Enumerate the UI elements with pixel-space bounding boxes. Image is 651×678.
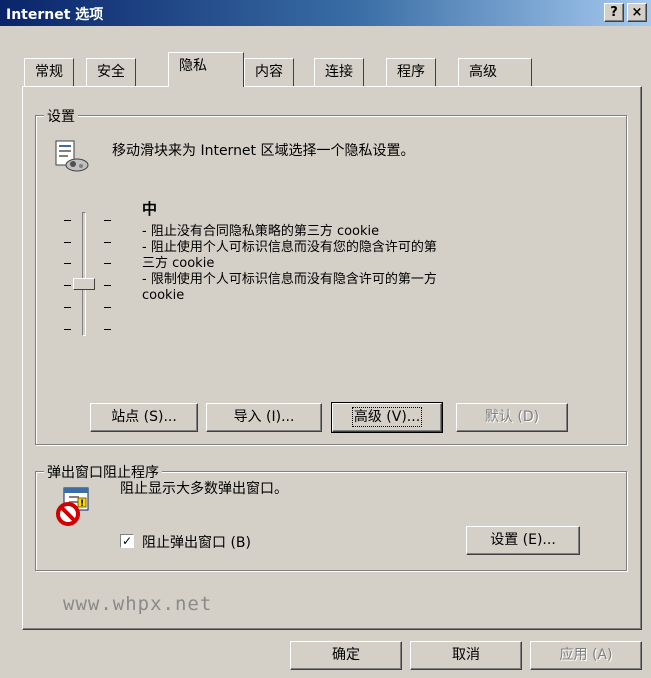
apply-button-label: 应用 (A) <box>559 647 613 663</box>
ok-button[interactable]: 确定 <box>290 641 402 670</box>
watermark-text: www.whpx.net <box>63 593 213 615</box>
popup-blocker-group: 弹出窗口阻止程序 ! 阻止显示大多数弹出窗口。 ✓ 阻止弹出窗口 (B) 设置 … <box>35 462 627 571</box>
slider-tick <box>64 263 71 264</box>
tab-programs[interactable]: 程序 <box>386 58 436 86</box>
popup-settings-button[interactable]: 设置 (E)... <box>466 526 580 555</box>
close-button[interactable]: × <box>627 3 647 22</box>
description-line: - 阻止没有合同隐私策略的第三方 cookie <box>142 224 380 239</box>
tab-advanced[interactable]: 高级 <box>458 58 532 86</box>
sites-button-label: 站点 (S)... <box>111 409 177 425</box>
internet-options-dialog: Internet 选项 ? × 常规 安全 隐私 内容 连接 程序 高级 设置 … <box>0 0 651 678</box>
svg-text:!: ! <box>80 499 84 509</box>
description-line: 三方 cookie <box>142 256 215 271</box>
default-button-label: 默认 (D) <box>484 409 540 425</box>
popup-description: 阻止显示大多数弹出窗口。 <box>120 481 288 497</box>
advanced-button-label: 高级 (V)... <box>351 407 423 427</box>
slider-tick <box>64 220 71 221</box>
slider-thumb[interactable] <box>73 278 95 290</box>
popup-settings-button-label: 设置 (E)... <box>490 532 556 548</box>
slider-tick <box>104 242 111 243</box>
tab-connections[interactable]: 连接 <box>314 58 364 86</box>
privacy-tab-panel: 设置 移动滑块来为 Internet 区域选择一个隐私设置。 中 - 阻止没有合… <box>22 86 642 630</box>
import-button-label: 导入 (I)... <box>233 409 295 425</box>
slider-tick <box>104 285 111 286</box>
apply-button[interactable]: 应用 (A) <box>530 641 642 670</box>
cancel-button-label: 取消 <box>452 647 480 663</box>
tab-security[interactable]: 安全 <box>86 58 136 86</box>
advanced-button[interactable]: 高级 (V)... <box>331 402 443 433</box>
settings-legend: 设置 <box>44 106 78 126</box>
block-popups-label[interactable]: 阻止弹出窗口 (B) <box>142 532 251 552</box>
help-button[interactable]: ? <box>604 3 624 22</box>
slider-tick <box>64 329 71 330</box>
slider-tick <box>104 329 111 330</box>
popup-blocker-icon: ! <box>56 487 89 526</box>
privacy-level-name: 中 <box>142 200 158 218</box>
tab-privacy[interactable]: 隐私 <box>168 52 244 87</box>
slider-tick <box>64 242 71 243</box>
block-popups-checkbox[interactable]: ✓ <box>120 534 134 548</box>
tab-general[interactable]: 常规 <box>24 58 74 86</box>
slider-tick <box>104 307 111 308</box>
settings-group: 设置 移动滑块来为 Internet 区域选择一个隐私设置。 中 - 阻止没有合… <box>35 106 627 445</box>
slider-tick <box>64 307 71 308</box>
default-button[interactable]: 默认 (D) <box>456 403 568 432</box>
sites-button[interactable]: 站点 (S)... <box>90 403 198 432</box>
privacy-settings-icon <box>55 140 89 172</box>
slider-tick <box>104 220 111 221</box>
description-line: - 阻止使用个人可标识信息而没有您的隐含许可的第 <box>142 240 437 255</box>
import-button[interactable]: 导入 (I)... <box>206 403 322 432</box>
title-bar: Internet 选项 ? × <box>0 0 651 26</box>
privacy-level-description: - 阻止没有合同隐私策略的第三方 cookie - 阻止使用个人可标识信息而没有… <box>142 224 437 304</box>
slider-track <box>82 212 86 336</box>
slider-tick <box>104 263 111 264</box>
slider-tick <box>64 285 71 286</box>
ok-button-label: 确定 <box>332 647 360 663</box>
tab-content[interactable]: 内容 <box>244 58 294 86</box>
cancel-button[interactable]: 取消 <box>410 641 522 670</box>
window-title: Internet 选项 <box>6 7 104 23</box>
description-line: cookie <box>142 288 185 303</box>
privacy-instruction: 移动滑块来为 Internet 区域选择一个隐私设置。 <box>112 143 415 159</box>
description-line: - 限制使用个人可标识信息而没有隐含许可的第一方 <box>142 272 437 287</box>
